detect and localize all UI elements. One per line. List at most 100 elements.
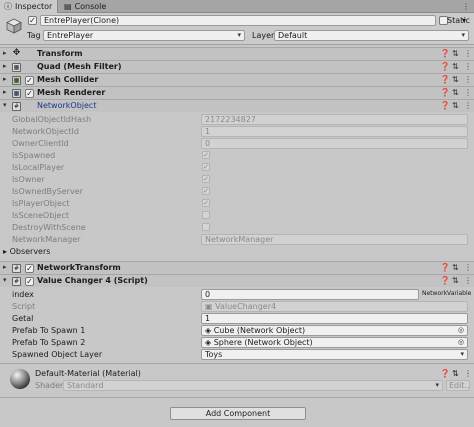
- tab-console[interactable]: ▤ Console: [60, 0, 110, 13]
- fold-right-icon[interactable]: ▸: [3, 49, 7, 57]
- material-name: Default-Material (Material): [35, 369, 141, 378]
- object-picker-icon[interactable]: ◎: [458, 338, 464, 347]
- getal-input[interactable]: 1: [201, 313, 468, 324]
- preset-icon[interactable]: ⇅: [452, 101, 459, 110]
- tag-dropdown[interactable]: EntrePlayer ▾: [43, 30, 245, 41]
- layer-label: Layer: [252, 31, 275, 40]
- fold-right-icon[interactable]: ▸: [3, 62, 7, 70]
- field-label: IsSceneObject: [12, 211, 69, 220]
- global-object-id-hash-field: 2172234827: [201, 114, 468, 125]
- material-menu-icon[interactable]: ⋮: [464, 369, 472, 378]
- observers-foldout[interactable]: ▸ Observers: [3, 247, 50, 256]
- active-checkbox[interactable]: ✓: [28, 16, 37, 25]
- component-transform[interactable]: ▸ ✥ Transform ❓ ⇅ ⋮: [0, 47, 474, 60]
- field-label: OwnerClientId: [12, 139, 69, 148]
- mesh-collider-icon: ▦: [12, 76, 21, 85]
- component-mesh-collider[interactable]: ▸ ▦ ✓ Mesh Collider ❓ ⇅ ⋮: [0, 73, 474, 86]
- help-icon[interactable]: ❓: [440, 62, 450, 71]
- static-dropdown-icon[interactable]: ▾: [462, 16, 466, 25]
- owner-client-id-field: 0: [201, 138, 468, 149]
- fold-down-icon[interactable]: ▾: [3, 276, 7, 284]
- shader-edit-button: Edit...: [446, 380, 470, 391]
- component-mesh-filter[interactable]: ▸ ▦ Quad (Mesh Filter) ❓ ⇅ ⋮: [0, 60, 474, 73]
- object-header: ✓ EntrePlayer(Clone) Static ▾ Tag EntreP…: [0, 13, 474, 45]
- object-name-input[interactable]: EntrePlayer(Clone): [40, 15, 436, 26]
- field-label: IsOwner: [12, 175, 45, 184]
- preset-icon[interactable]: ⇅: [452, 75, 459, 84]
- component-mesh-renderer[interactable]: ▸ ▦ ✓ Mesh Renderer ❓ ⇅ ⋮: [0, 86, 474, 99]
- object-picker-icon[interactable]: ◎: [458, 326, 464, 335]
- network-variable-badge: NetworkVariable: [422, 290, 472, 297]
- divider: [0, 363, 474, 364]
- mesh-renderer-icon: ▦: [12, 89, 21, 98]
- field-label: IsPlayerObject: [12, 199, 70, 208]
- prefab-icon: ◈: [205, 326, 214, 335]
- script-reference-field: ▣ ValueChanger4: [201, 301, 468, 312]
- script-label: Script: [12, 302, 36, 311]
- field-label: DestroyWithScene: [12, 223, 86, 232]
- is-spawned-checkbox: ✓: [202, 151, 210, 159]
- component-menu-icon[interactable]: ⋮: [464, 75, 472, 84]
- fold-right-icon[interactable]: ▸: [3, 263, 7, 271]
- material-sphere-icon: [10, 369, 30, 389]
- chevron-down-icon: ▾: [461, 31, 465, 39]
- layer-dropdown[interactable]: Default ▾: [274, 30, 469, 41]
- chevron-down-icon: ▾: [435, 381, 439, 389]
- tab-inspector[interactable]: ⓘ Inspector: [0, 0, 58, 13]
- prefab2-label: Prefab To Spawn 2: [12, 338, 86, 347]
- divider: [0, 397, 474, 398]
- tab-bar: ⓘ Inspector ▤ Console ⋮: [0, 0, 474, 13]
- help-icon[interactable]: ❓: [440, 49, 450, 58]
- spawned-object-layer-dropdown[interactable]: Toys ▾: [201, 349, 468, 360]
- preset-icon[interactable]: ⇅: [452, 49, 459, 58]
- help-icon[interactable]: ❓: [440, 276, 450, 285]
- preset-icon[interactable]: ⇅: [452, 88, 459, 97]
- network-transform-enabled-checkbox[interactable]: ✓: [25, 264, 34, 273]
- is-scene-object-checkbox: [202, 211, 210, 219]
- mesh-renderer-enabled-checkbox[interactable]: ✓: [25, 89, 34, 98]
- component-menu-icon[interactable]: ⋮: [464, 49, 472, 58]
- preset-icon[interactable]: ⇅: [452, 62, 459, 71]
- value-changer-enabled-checkbox[interactable]: ✓: [25, 277, 34, 286]
- add-component-button[interactable]: Add Component: [170, 407, 306, 420]
- prefab-to-spawn-1-field[interactable]: ◈ Cube (Network Object) ◎: [201, 325, 468, 336]
- help-icon[interactable]: ❓: [440, 75, 450, 84]
- prefab-icon: ◈: [205, 338, 214, 347]
- field-label: NetworkManager: [12, 235, 81, 244]
- component-network-transform[interactable]: ▸ # ✓ NetworkTransform ❓ ⇅ ⋮: [0, 261, 474, 274]
- fold-right-icon[interactable]: ▸: [3, 88, 7, 96]
- script-hash-icon: #: [12, 264, 21, 273]
- field-label: IsOwnedByServer: [12, 187, 83, 196]
- field-label: GlobalObjectIdHash: [12, 115, 92, 124]
- help-icon[interactable]: ❓: [440, 101, 450, 110]
- transform-icon: ✥: [12, 48, 21, 58]
- script-hash-icon: #: [12, 277, 21, 286]
- component-menu-icon[interactable]: ⋮: [464, 88, 472, 97]
- is-owner-checkbox: ✓: [202, 175, 210, 183]
- preset-icon[interactable]: ⇅: [452, 369, 459, 378]
- component-menu-icon[interactable]: ⋮: [464, 62, 472, 71]
- prefab-to-spawn-2-field[interactable]: ◈ Sphere (Network Object) ◎: [201, 337, 468, 348]
- mesh-filter-icon: ▦: [12, 63, 21, 72]
- component-value-changer[interactable]: ▾ # ✓ Value Changer 4 (Script) ❓ ⇅ ⋮: [0, 274, 474, 287]
- help-icon[interactable]: ❓: [440, 369, 450, 378]
- help-icon[interactable]: ❓: [440, 263, 450, 272]
- fold-right-icon[interactable]: ▸: [3, 75, 7, 83]
- network-object-id-field: 1: [201, 126, 468, 137]
- console-icon: ▤: [64, 2, 72, 11]
- field-label: IsSpawned: [12, 151, 56, 160]
- shader-dropdown: Standard ▾: [63, 380, 443, 391]
- mesh-collider-enabled-checkbox[interactable]: ✓: [25, 76, 34, 85]
- spawned-layer-label: Spawned Object Layer: [12, 350, 103, 359]
- preset-icon[interactable]: ⇅: [452, 263, 459, 272]
- component-menu-icon[interactable]: ⋮: [464, 263, 472, 272]
- component-menu-icon[interactable]: ⋮: [464, 276, 472, 285]
- preset-icon[interactable]: ⇅: [452, 276, 459, 285]
- network-manager-field: NetworkManager: [201, 234, 468, 245]
- component-menu-icon[interactable]: ⋮: [464, 101, 472, 110]
- fold-down-icon[interactable]: ▾: [3, 101, 7, 109]
- index-input[interactable]: 0: [201, 289, 419, 300]
- tab-menu-icon[interactable]: ⋮: [462, 2, 470, 11]
- help-icon[interactable]: ❓: [440, 88, 450, 97]
- component-network-object[interactable]: ▾ # NetworkObject ❓ ⇅ ⋮: [0, 99, 474, 112]
